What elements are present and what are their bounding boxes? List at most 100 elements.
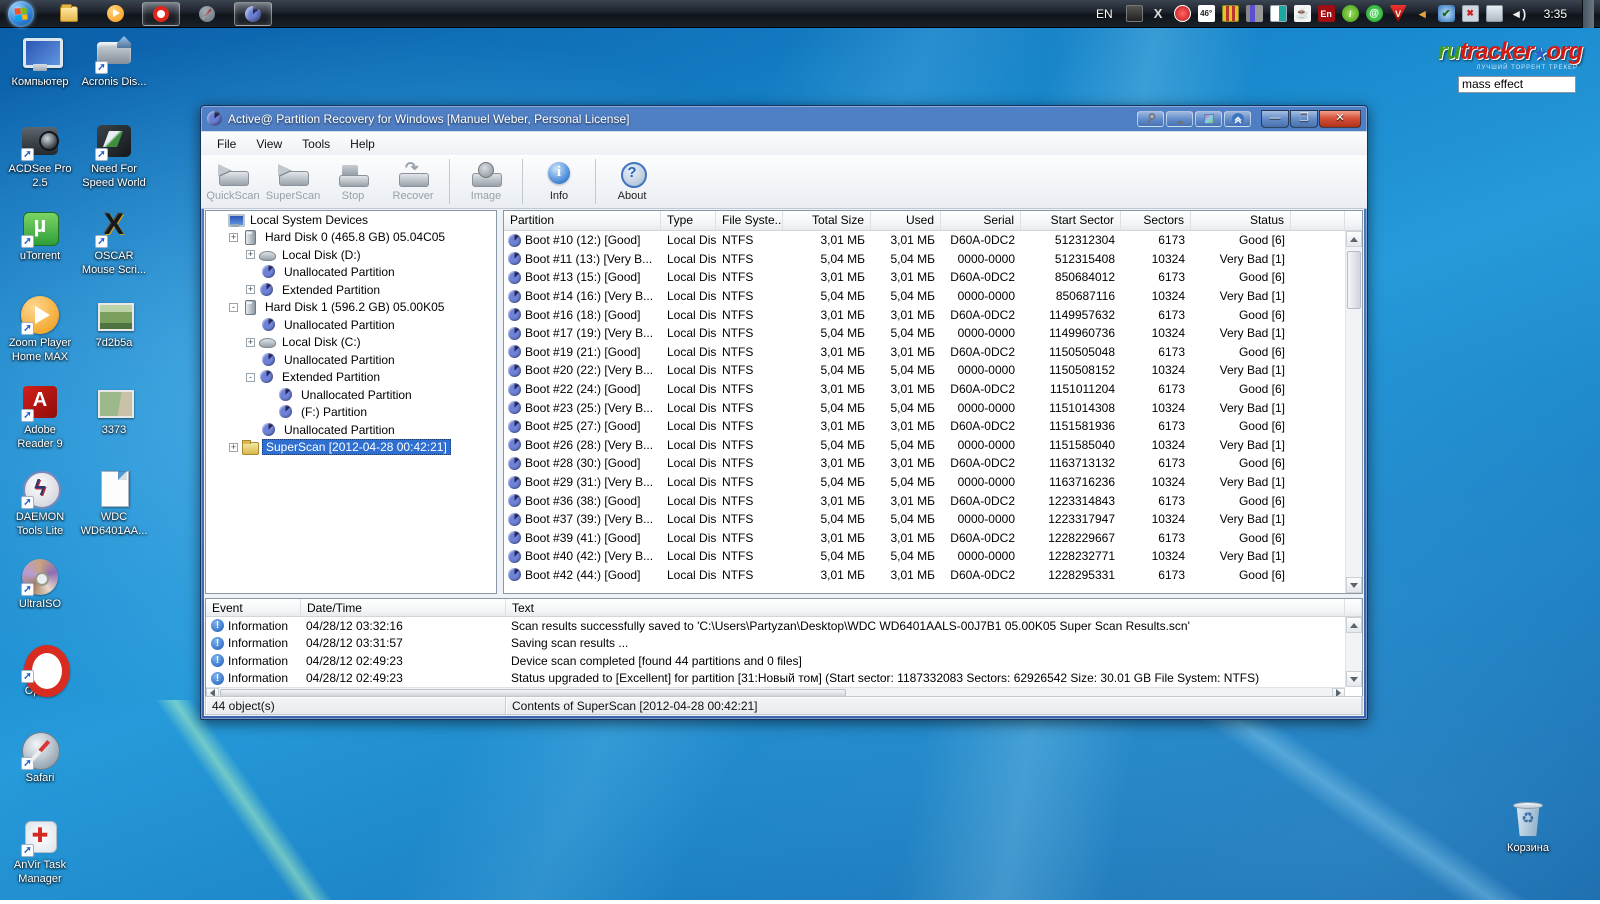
tree-item[interactable]: +Local Disk (D:) (206, 246, 496, 264)
expand-icon[interactable]: + (246, 285, 255, 294)
antivirus-icon[interactable]: V (1390, 5, 1407, 22)
oscar-icon[interactable]: X (1150, 5, 1167, 22)
tree-item[interactable]: Unallocated Partition (206, 264, 496, 282)
table-row[interactable]: Boot #40 (42:) [Very B...Local DiskNTFS5… (504, 547, 1345, 566)
gadget-search-input[interactable] (1458, 76, 1576, 93)
volume-icon[interactable]: ◄) (1510, 5, 1527, 22)
taskbar-app-apr[interactable] (234, 2, 272, 26)
tree-item[interactable]: Unallocated Partition (206, 386, 496, 404)
log-row[interactable]: !Information04/28/12 02:49:23Status upgr… (206, 670, 1362, 688)
table-row[interactable]: Boot #13 (15:) [Good]Local DiskNTFS3,01 … (504, 268, 1345, 287)
desktop-icon-opera[interactable]: Opera (2, 643, 78, 730)
superscan-button[interactable]: SuperScan (263, 155, 323, 208)
expand-icon[interactable]: + (246, 338, 255, 347)
desktop-icon-ultraiso[interactable]: UltraISO (2, 556, 78, 643)
speaker-muted-icon[interactable]: ◄ (1414, 5, 1431, 22)
column-header-used[interactable]: Used (871, 211, 941, 230)
tree-item[interactable]: -Extended Partition (206, 369, 496, 387)
pin-on-top-button[interactable] (1137, 111, 1164, 127)
column-header-type[interactable]: Type (661, 211, 716, 230)
scroll-down-button[interactable] (1346, 671, 1362, 687)
about-button[interactable]: About (602, 155, 662, 208)
network-icon[interactable] (1486, 5, 1503, 22)
table-row[interactable]: Boot #23 (25:) [Very B...Local DiskNTFS5… (504, 398, 1345, 417)
table-row[interactable]: Boot #17 (19:) [Very B...Local DiskNTFS5… (504, 324, 1345, 343)
scroll-up-button[interactable] (1346, 617, 1362, 633)
desktop-icon-acronis[interactable]: Acronis Dis... (76, 34, 152, 121)
log-vertical-scrollbar[interactable] (1345, 617, 1362, 687)
info-button[interactable]: Info (529, 155, 589, 208)
table-row[interactable]: Boot #26 (28:) [Very B...Local DiskNTFS5… (504, 436, 1345, 455)
alarm-icon[interactable] (1174, 5, 1191, 22)
info-circle-icon[interactable]: i (1342, 5, 1359, 22)
table-row[interactable]: Boot #37 (39:) [Very B...Local DiskNTFS5… (504, 510, 1345, 529)
log-column-header-date-time[interactable]: Date/Time (301, 599, 506, 616)
expand-icon[interactable]: + (229, 233, 238, 242)
tree-item[interactable]: +Extended Partition (206, 281, 496, 299)
network-error-icon[interactable]: ✖ (1462, 5, 1479, 22)
menu-item-tools[interactable]: Tools (292, 134, 340, 154)
column-header-sectors[interactable]: Sectors (1121, 211, 1191, 230)
desktop-icon-photo2[interactable]: 3373 (76, 382, 152, 469)
shield-check-icon[interactable]: ✔ (1438, 5, 1455, 22)
collapse-icon[interactable]: - (229, 303, 238, 312)
desktop-icon-recycle-bin[interactable]: Корзина (1488, 800, 1568, 887)
desktop-icon-zoomplayer[interactable]: Zoom Player Home MAX (2, 295, 78, 382)
desktop-icon-photo1[interactable]: 7d2b5a (76, 295, 152, 382)
ram-icon[interactable] (1246, 5, 1263, 22)
table-row[interactable]: Boot #10 (12:) [Good]Local DiskNTFS3,01 … (504, 231, 1345, 250)
table-row[interactable]: Boot #11 (13:) [Very B...Local DiskNTFS5… (504, 250, 1345, 269)
desktop-icon-document[interactable]: WDC WD6401AA... (76, 469, 152, 556)
expand-icon[interactable]: + (246, 250, 255, 259)
menu-item-help[interactable]: Help (340, 134, 385, 154)
tree-item[interactable]: Unallocated Partition (206, 421, 496, 439)
tree-item[interactable]: +SuperScan [2012-04-28 00:42:21] (206, 439, 496, 457)
log-row[interactable]: !Information04/28/12 03:32:16Scan result… (206, 617, 1362, 635)
taskbar-app-safari[interactable] (188, 2, 226, 26)
table-row[interactable]: Boot #28 (30:) [Good]Local DiskNTFS3,01 … (504, 454, 1345, 473)
table-row[interactable]: Boot #22 (24:) [Good]Local DiskNTFS3,01 … (504, 380, 1345, 399)
column-header-start-sector[interactable]: Start Sector (1021, 211, 1121, 230)
tree-item[interactable]: -Hard Disk 1 (596.2 GB) 05.00K05 (206, 299, 496, 317)
table-row[interactable]: Boot #42 (44:) [Good]Local DiskNTFS3,01 … (504, 566, 1345, 585)
desktop-icon-computer[interactable]: Компьютер (2, 34, 78, 121)
column-header-status[interactable]: Status (1191, 211, 1291, 230)
stop-button[interactable]: Stop (323, 155, 383, 208)
log-row[interactable]: !Information04/28/12 03:31:57Saving scan… (206, 635, 1362, 653)
tree-item[interactable]: +Local Disk (C:) (206, 334, 496, 352)
taskbar-app-opera[interactable] (142, 2, 180, 26)
log-row[interactable]: !Information04/28/12 02:49:23Device scan… (206, 652, 1362, 670)
at-sign-icon[interactable]: @ (1366, 5, 1383, 22)
quickscan-button[interactable]: QuickScan (203, 155, 263, 208)
table-row[interactable]: Boot #16 (18:) [Good]Local DiskNTFS3,01 … (504, 305, 1345, 324)
table-row[interactable]: Boot #20 (22:) [Very B...Local DiskNTFS5… (504, 361, 1345, 380)
scrollbar-thumb[interactable] (1347, 251, 1361, 309)
roll-up-button[interactable] (1224, 111, 1251, 127)
display-icon[interactable] (1126, 5, 1143, 22)
expand-icon[interactable]: + (229, 443, 238, 452)
minimize-to-tray-button[interactable] (1166, 111, 1193, 127)
image-button[interactable]: Image (456, 155, 516, 208)
desktop-icon-oscar[interactable]: OSCAR Mouse Scri... (76, 208, 152, 295)
menu-item-file[interactable]: File (207, 134, 246, 154)
table-row[interactable]: Boot #36 (38:) [Good]Local DiskNTFS3,01 … (504, 491, 1345, 510)
table-row[interactable]: Boot #39 (41:) [Good]Local DiskNTFS3,01 … (504, 529, 1345, 548)
show-desktop-button[interactable] (1582, 0, 1594, 28)
collapse-icon[interactable]: - (246, 373, 255, 382)
minimize-button[interactable]: — (1261, 110, 1289, 128)
desktop-icon-safari[interactable]: Safari (2, 730, 78, 817)
tree-item[interactable]: Unallocated Partition (206, 316, 496, 334)
maximize-button[interactable]: ❐ (1290, 110, 1318, 128)
scroll-down-button[interactable] (1346, 577, 1362, 593)
java-icon[interactable]: ☕ (1294, 5, 1311, 22)
column-header-serial[interactable]: Serial (941, 211, 1021, 230)
close-button[interactable]: ✕ (1319, 110, 1361, 128)
weather-icon[interactable]: 46° (1198, 5, 1215, 22)
grid-icon[interactable] (1222, 5, 1239, 22)
tree-item[interactable]: (F:) Partition (206, 404, 496, 422)
table-row[interactable]: Boot #14 (16:) [Very B...Local DiskNTFS5… (504, 287, 1345, 306)
desktop-icon-utorrent[interactable]: uTorrent (2, 208, 78, 295)
language-indicator[interactable]: EN (1096, 7, 1113, 21)
tree-item[interactable]: Local System Devices (206, 211, 496, 229)
log-column-header-text[interactable]: Text (506, 599, 1345, 616)
